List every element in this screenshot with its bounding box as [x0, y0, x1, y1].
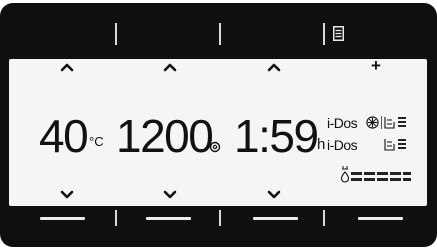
time-value: 1:59	[234, 110, 319, 162]
bottom-divider-3	[323, 210, 325, 226]
temperature-value: 40	[39, 110, 89, 162]
dispenser-icon-2	[384, 139, 395, 151]
idos-label-2: i-Dos	[327, 137, 358, 153]
top-divider-2	[219, 23, 221, 45]
plus-button[interactable]: +	[371, 56, 381, 76]
spin-down-icon[interactable]	[162, 190, 178, 200]
bottom-button-4[interactable]	[358, 217, 403, 220]
time-up-icon[interactable]	[266, 62, 282, 72]
level-bars-1	[398, 116, 407, 129]
top-divider-1	[115, 23, 117, 45]
lcd-screen: + 40 °C 1200 1:59 h i-Dos i-Dos	[9, 56, 427, 206]
bottom-button-1[interactable]	[40, 217, 85, 220]
water-level-bar	[351, 172, 411, 182]
spin-up-icon[interactable]	[162, 62, 178, 72]
status-divider	[381, 116, 382, 129]
control-panel: + 40 °C 1200 1:59 h i-Dos i-Dos	[0, 3, 437, 247]
bottom-button-3[interactable]	[253, 217, 298, 220]
dispenser-icon-1	[384, 117, 395, 129]
temperature-up-icon[interactable]	[59, 62, 75, 72]
fan-icon	[366, 116, 379, 129]
time-unit: h	[317, 136, 326, 153]
temperature-unit: °C	[89, 134, 104, 149]
spin-value: 1200	[116, 110, 214, 162]
time-down-icon[interactable]	[266, 190, 282, 200]
spin-icon	[209, 141, 221, 153]
temperature-down-icon[interactable]	[59, 190, 75, 200]
water-drop-icon	[340, 166, 350, 183]
level-bars-2	[398, 138, 407, 151]
idos-label-1: i-Dos	[327, 115, 358, 131]
bottom-divider-1	[115, 210, 117, 226]
document-icon[interactable]	[333, 26, 344, 41]
bottom-button-2[interactable]	[146, 217, 191, 220]
top-divider-3	[323, 23, 325, 45]
bottom-divider-2	[219, 210, 221, 226]
